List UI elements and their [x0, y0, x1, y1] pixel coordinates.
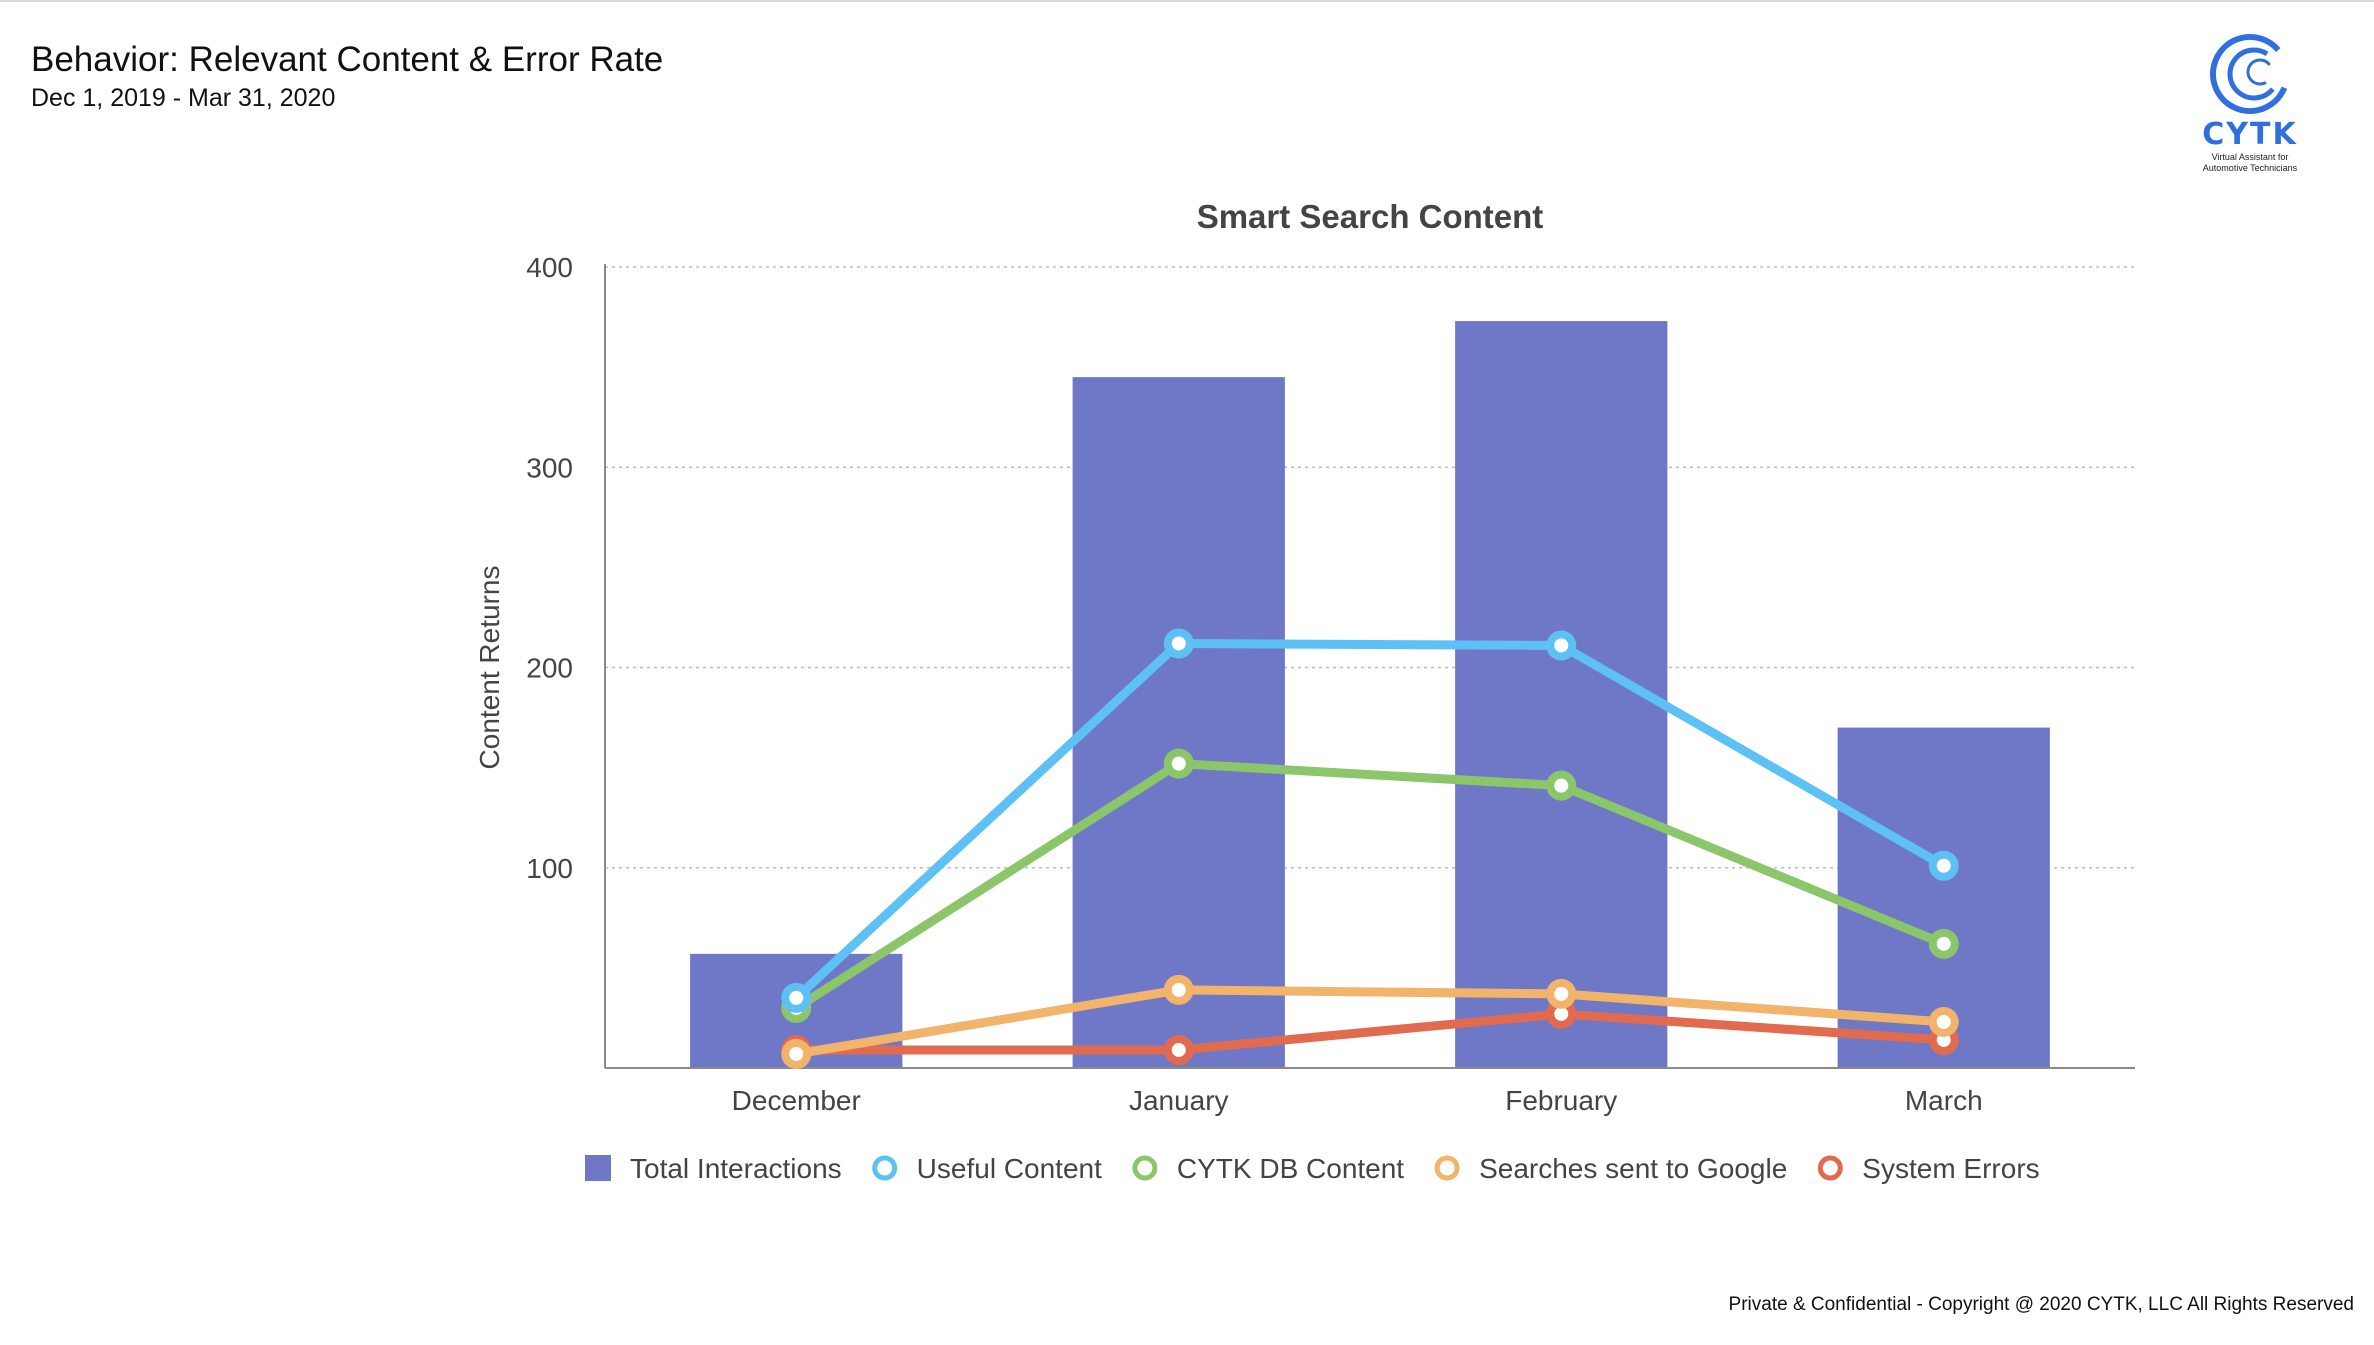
- y-tick-label: 200: [526, 653, 573, 684]
- point-center-useful-content: [1171, 636, 1186, 651]
- line-cytk-db-content: [791, 759, 1949, 1013]
- legend-label-cytk-db-content: CYTK DB Content: [1177, 1153, 1404, 1184]
- point-center-useful-content: [1554, 638, 1569, 653]
- line-useful-content: [791, 638, 1949, 1003]
- legend-swatch-total-interactions: [585, 1155, 611, 1181]
- y-tick-label: 300: [526, 452, 573, 483]
- point-center-cytk-db-content: [1554, 778, 1569, 793]
- legend-swatch-searches-sent-to-google: [1434, 1155, 1460, 1181]
- smart-search-chart: 100 200 300 400 December January February March…: [474, 198, 2135, 1184]
- y-axis-label: Content Returns: [474, 566, 505, 770]
- chart-title: Smart Search Content: [1197, 198, 1544, 235]
- legend-swatch-useful-content: [872, 1155, 898, 1181]
- legend-layer: Total Interactions Useful Content CYTK DB …: [585, 1153, 2040, 1184]
- line-layer: [781, 628, 1959, 1069]
- point-center-cytk-db-content: [1936, 936, 1951, 951]
- point-center-useful-content: [1936, 858, 1951, 873]
- legend-label-system-errors: System Errors: [1862, 1153, 2039, 1184]
- point-center-searches-sent-to-google: [1171, 982, 1186, 997]
- bar-layer: [690, 321, 2050, 1068]
- footer-copyright: Private & Confidential - Copyright @ 202…: [1728, 1294, 2354, 1315]
- legend-swatch-cytk-db-content: [1132, 1155, 1158, 1181]
- point-center-searches-sent-to-google: [789, 1046, 804, 1061]
- legend-label-total-interactions: Total Interactions: [630, 1153, 842, 1184]
- point-center-system-errors: [1554, 1006, 1569, 1021]
- point-center-system-errors: [1171, 1042, 1186, 1057]
- legend-label-useful-content: Useful Content: [917, 1153, 1102, 1184]
- chart-container: 100 200 300 400 December January February March…: [0, 0, 2374, 1340]
- point-center-searches-sent-to-google: [1554, 986, 1569, 1001]
- bar-february: [1455, 321, 1668, 1068]
- legend-swatch-system-errors: [1817, 1155, 1843, 1181]
- x-tick-label: February: [1505, 1085, 1617, 1116]
- x-tick-label: December: [732, 1085, 861, 1116]
- point-center-cytk-db-content: [1171, 756, 1186, 771]
- y-tick-label: 400: [526, 252, 573, 283]
- y-tick-label: 100: [526, 853, 573, 884]
- point-center-useful-content: [789, 990, 804, 1005]
- point-center-searches-sent-to-google: [1936, 1014, 1951, 1029]
- bar-january: [1072, 377, 1285, 1068]
- x-tick-label: March: [1905, 1085, 1983, 1116]
- x-tick-label: January: [1129, 1085, 1229, 1116]
- line-searches-sent-to-google: [791, 985, 1949, 1059]
- legend-label-searches-sent-to-google: Searches sent to Google: [1479, 1153, 1787, 1184]
- line-system-errors: [791, 1009, 1949, 1055]
